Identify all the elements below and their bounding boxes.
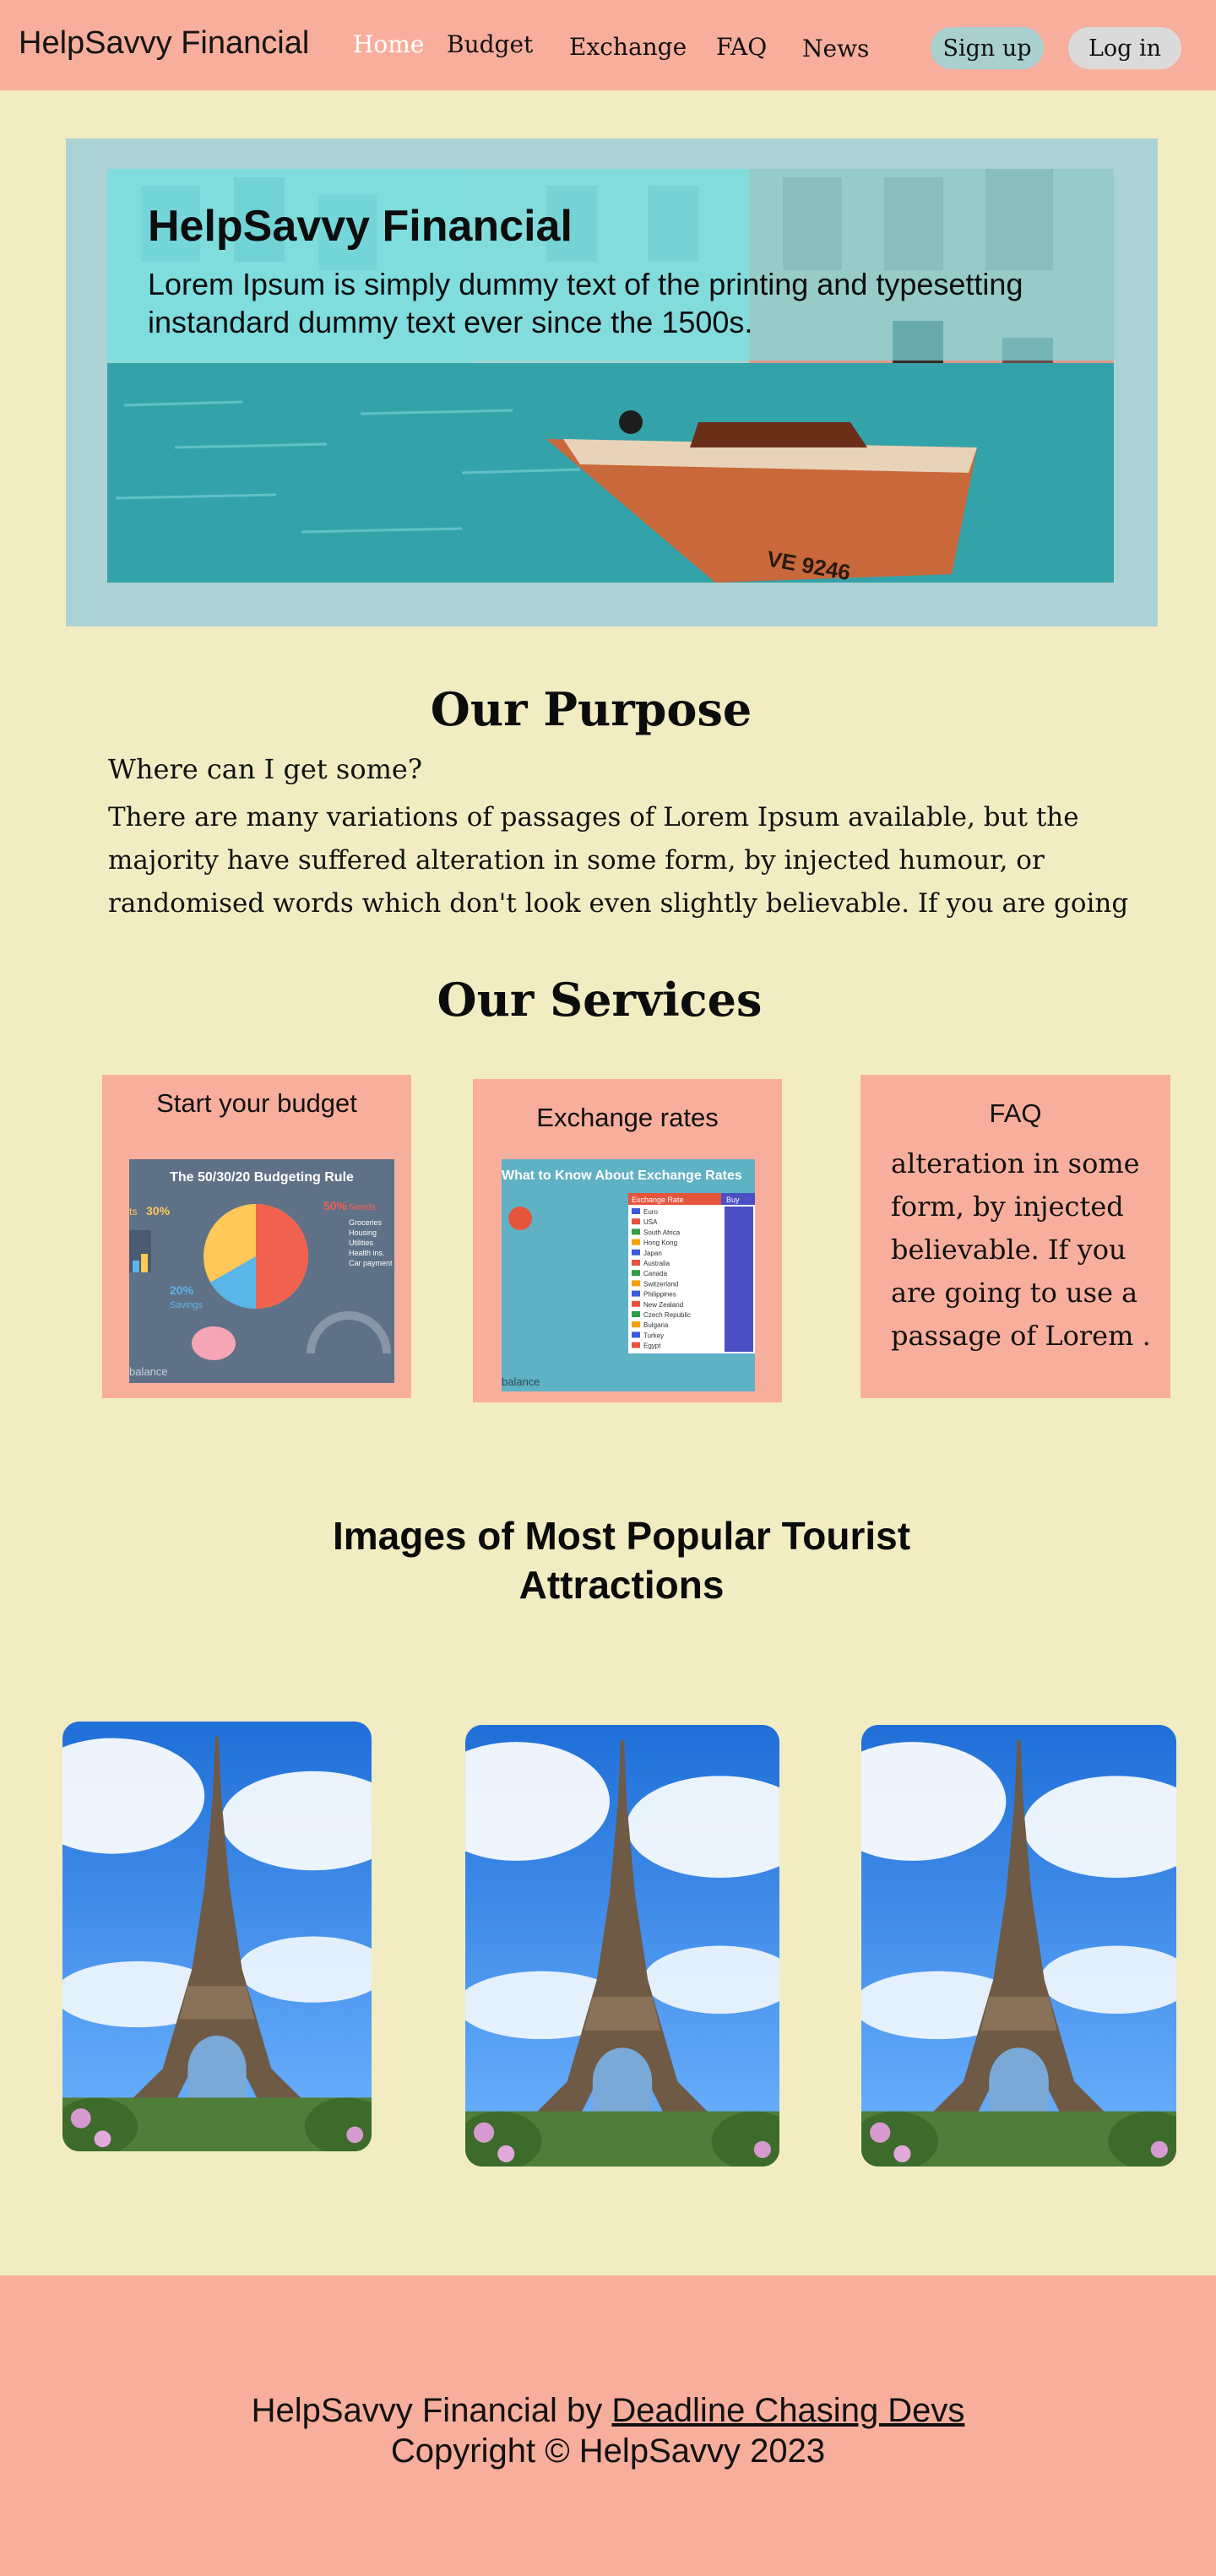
currency-name: Philippines	[643, 1291, 676, 1299]
service-card-budget[interactable]: Start your budget The 50/30/20 Budgeting…	[102, 1075, 411, 1398]
currency-flag-icon	[632, 1228, 640, 1235]
signup-button[interactable]: Sign up	[931, 27, 1044, 69]
brand-name[interactable]: HelpSavvy Financial	[19, 25, 309, 62]
service-card-title: Start your budget	[156, 1088, 357, 1118]
service-card-title: Exchange rates	[536, 1103, 719, 1132]
hero-title: HelpSavvy Financial	[148, 202, 573, 251]
svg-text:balance: balance	[129, 1365, 168, 1378]
currency-flag-icon	[632, 1208, 640, 1214]
attraction-image-eiffel-tower[interactable]	[465, 1725, 779, 2167]
svg-text:What to Know About Exchange Ra: What to Know About Exchange Rates	[502, 1169, 742, 1183]
currency-flag-icon	[632, 1218, 640, 1225]
currency-flag-icon	[632, 1300, 640, 1307]
svg-text:The 50/30/20 Budgeting Rule: The 50/30/20 Budgeting Rule	[170, 1170, 354, 1185]
exchange-rates-image: What to Know About Exchange Rates Exchan…	[502, 1159, 755, 1391]
currency-name: South Africa	[643, 1228, 681, 1236]
footer-credit-prefix: HelpSavvy Financial by	[251, 2392, 612, 2429]
svg-text:Utilities: Utilities	[349, 1239, 374, 1247]
svg-text:Housing: Housing	[349, 1228, 377, 1237]
currency-name: Czech Republic	[643, 1311, 691, 1319]
service-card-title: FAQ	[989, 1098, 1042, 1128]
eiffel-tower-illustration	[62, 1722, 372, 2151]
hero-section: VE 9246 HelpSavvy Financial Lorem Ipsum …	[66, 138, 1158, 626]
service-card-faq[interactable]: FAQ alteration in some form, by injected…	[860, 1075, 1170, 1398]
currency-name: Turkey	[643, 1331, 664, 1339]
exchange-infographic: What to Know About Exchange Rates Exchan…	[502, 1169, 755, 1388]
services-heading: Our Services	[437, 973, 763, 1027]
svg-text:Buy: Buy	[726, 1196, 740, 1204]
currency-name: Egypt	[643, 1342, 661, 1350]
currency-name: Japan	[643, 1250, 662, 1257]
nav-link-news[interactable]: News	[802, 35, 869, 62]
nav-link-faq[interactable]: FAQ	[716, 33, 767, 61]
currency-name: Bulgaria	[643, 1321, 669, 1329]
currency-flag-icon	[632, 1270, 640, 1277]
svg-text:Car payment: Car payment	[349, 1259, 393, 1267]
attraction-image-eiffel-tower[interactable]	[62, 1722, 372, 2151]
currency-flag-icon	[632, 1239, 640, 1245]
svg-text:20%: 20%	[170, 1283, 194, 1297]
svg-text:Health ins.: Health ins.	[349, 1249, 385, 1257]
login-button[interactable]: Log in	[1068, 27, 1181, 69]
currency-flag-icon	[632, 1260, 640, 1266]
faq-body: alteration in some form, by injected bel…	[891, 1147, 1151, 1352]
purpose-heading: Our Purpose	[430, 682, 752, 736]
footer-copyright: Copyright © HelpSavvy 2023	[390, 2432, 826, 2470]
currency-flag-icon	[632, 1280, 640, 1287]
svg-text:Exchange Rate: Exchange Rate	[632, 1196, 684, 1204]
nav-link-budget[interactable]: Budget	[447, 30, 533, 58]
footer-dev-link[interactable]: Deadline Chasing Devs	[611, 2392, 964, 2429]
hero-text: Lorem Ipsum is simply dummy text of the …	[148, 267, 1023, 339]
svg-text:Needs: Needs	[349, 1202, 376, 1212]
eiffel-tower-illustration	[465, 1725, 779, 2167]
budgeting-rule-image: The 50/30/20 Budgeting Rule 30% ts 50% N…	[129, 1159, 394, 1383]
hero-image-venice-canal: VE 9246 HelpSavvy Financial Lorem Ipsum …	[107, 169, 1114, 583]
currency-name: Euro	[643, 1208, 658, 1216]
currency-name: Canada	[643, 1270, 668, 1277]
purpose-body: There are many variations of passages of…	[108, 802, 1129, 919]
nav-link-exchange[interactable]: Exchange	[569, 33, 687, 61]
svg-text:balance: balance	[502, 1375, 540, 1388]
nav-link-home[interactable]: Home	[353, 30, 424, 58]
svg-text:ts: ts	[129, 1206, 137, 1217]
currency-name: USA	[643, 1218, 658, 1226]
currency-flag-icon	[632, 1290, 640, 1297]
svg-text:50%: 50%	[323, 1199, 348, 1212]
currency-flag-icon	[632, 1331, 640, 1338]
currency-flag-icon	[632, 1311, 640, 1317]
svg-text:30%: 30%	[146, 1204, 171, 1217]
navbar: HelpSavvy Financial Home Budget Exchange…	[0, 0, 1216, 90]
service-card-exchange[interactable]: Exchange rates What to Know About Exchan…	[473, 1079, 782, 1402]
footer-credit: HelpSavvy Financial by Deadline Chasing …	[0, 2392, 1216, 2430]
attractions-heading: Images of Most Popular Tourist Attractio…	[332, 1514, 911, 1607]
currency-name: New Zealand	[643, 1301, 683, 1309]
currency-name: Hong Kong	[643, 1239, 677, 1247]
svg-text:Savings: Savings	[170, 1300, 204, 1310]
currency-flag-icon	[632, 1342, 640, 1348]
purpose-subheading: Where can I get some?	[108, 753, 423, 785]
currency-name: Australia	[643, 1260, 670, 1267]
eiffel-tower-illustration	[861, 1725, 1176, 2167]
attraction-image-eiffel-tower[interactable]	[861, 1725, 1176, 2167]
svg-text:Groceries: Groceries	[349, 1218, 383, 1227]
currency-flag-icon	[632, 1249, 640, 1255]
budgeting-infographic: The 50/30/20 Budgeting Rule 30% ts 50% N…	[129, 1170, 393, 1378]
currency-name: Switzerland	[643, 1280, 678, 1288]
currency-flag-icon	[632, 1321, 640, 1328]
footer: HelpSavvy Financial by Deadline Chasing …	[0, 2275, 1216, 2576]
